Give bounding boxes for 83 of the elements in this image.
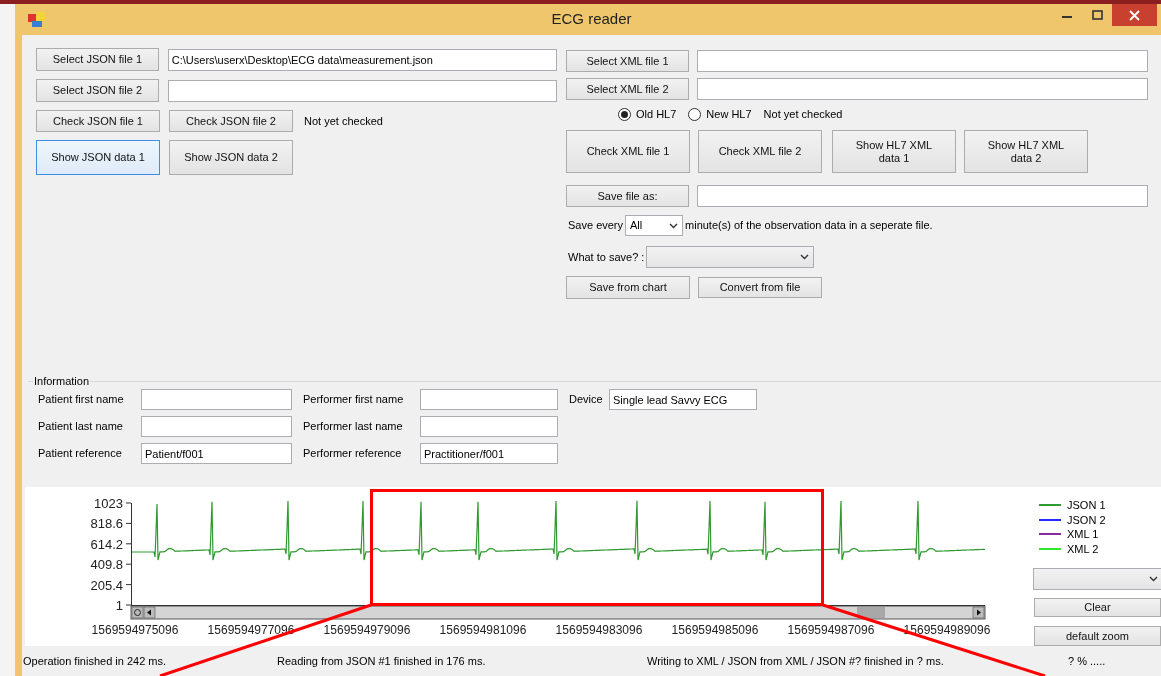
axis-label: 1569594989096	[903, 623, 991, 637]
axis-label: 1	[115, 598, 123, 613]
button[interactable]: Select XML file 1	[566, 50, 689, 72]
text-field[interactable]	[697, 78, 1148, 100]
dropdown[interactable]	[1033, 568, 1161, 590]
status-text: Writing to XML / JSON from XML / JSON #? finished in ? ms.	[647, 653, 944, 669]
close-button[interactable]	[1112, 4, 1157, 26]
text-field[interactable]	[420, 389, 558, 410]
arrow-right-icon	[972, 606, 985, 619]
arrow-left-icon	[143, 606, 156, 619]
status-text: Operation finished in 242 ms.	[23, 653, 167, 669]
chevron-down-icon	[669, 222, 679, 229]
axis-label: 1569594981096	[439, 623, 527, 637]
field-label: What to save? :	[568, 249, 645, 265]
maximize-icon	[1091, 10, 1103, 20]
button[interactable]: Show HL7 XML data 2	[964, 130, 1088, 173]
text-field[interactable]	[697, 185, 1148, 207]
button[interactable]: Show JSON data 2	[169, 140, 293, 175]
text-field[interactable]	[420, 416, 558, 437]
text-field[interactable]: C:\Users\userx\Desktop\ECG data\measurement.json	[167, 48, 557, 71]
field-label: Device	[569, 392, 604, 408]
legend-label: JSON 2	[1067, 512, 1106, 527]
chevron-down-icon	[800, 254, 810, 260]
axis-label: 1569594987096	[787, 623, 875, 637]
button[interactable]: Check JSON file 1	[36, 110, 160, 132]
button[interactable]: Check XML file 2	[698, 130, 822, 173]
group-title: Information	[33, 375, 91, 387]
status-text: Reading from JSON #1 finished in 176 ms.	[277, 653, 486, 669]
axis-label: 1569594983096	[555, 623, 643, 637]
button[interactable]: default zoom	[1034, 626, 1161, 646]
scrollbar-thumb	[857, 607, 885, 618]
field-label: Performer first name	[303, 392, 405, 408]
button[interactable]: Show HL7 XML data 1	[832, 130, 956, 173]
text-field[interactable]	[697, 50, 1148, 72]
axis-label: 1569594979096	[323, 623, 411, 637]
dropdown[interactable]	[646, 246, 815, 268]
text-field[interactable]	[167, 79, 557, 102]
button[interactable]: Save file as:	[566, 185, 689, 207]
text-field[interactable]: Patient/f001	[141, 443, 292, 464]
legend-label: XML 1	[1067, 527, 1099, 542]
status-text: Not yet checked	[763, 106, 843, 122]
radio-label: Old HL7	[636, 106, 677, 122]
field-label: Performer last name	[303, 419, 404, 435]
legend-label: JSON 1	[1067, 498, 1106, 513]
axis-label: 1569594977096	[207, 623, 295, 637]
text-field[interactable]: Practitioner/f001	[420, 443, 558, 464]
field-label: Patient last name	[38, 419, 124, 435]
app-icon	[28, 11, 46, 28]
radio-button[interactable]	[688, 107, 702, 121]
button[interactable]: Check XML file 1	[566, 130, 690, 173]
legend-label: XML 2	[1067, 541, 1099, 556]
status-text: ? % .....	[1068, 653, 1106, 669]
button[interactable]: Clear	[1034, 597, 1161, 618]
button[interactable]: Select JSON file 2	[36, 79, 159, 102]
window-title: ECG reader	[551, 10, 632, 28]
button[interactable]: Select JSON file 1	[36, 48, 159, 71]
field-label: Save every	[568, 218, 624, 234]
text-field[interactable]: Single lead Savvy ECG	[609, 389, 757, 410]
status-text: Not yet checked	[304, 113, 383, 129]
field-label: Patient reference	[38, 446, 123, 462]
axis-label: 818.6	[90, 516, 123, 532]
chevron-down-icon	[1149, 575, 1158, 582]
axis-label: 1569594985096	[671, 623, 759, 637]
button[interactable]: Select XML file 2	[566, 78, 689, 100]
zoom-reset-icon	[131, 606, 144, 619]
button[interactable]: Convert from file	[698, 277, 822, 298]
close-icon	[1129, 9, 1140, 21]
axis-label: 1569594975096	[91, 623, 179, 637]
axis-label: 409.8	[90, 557, 123, 573]
button[interactable]: Show JSON data 1	[36, 140, 160, 175]
axis-label: 1023	[94, 496, 123, 511]
button[interactable]: Check JSON file 2	[169, 110, 293, 132]
radio-label: New HL7	[706, 106, 752, 122]
button[interactable]: Save from chart	[566, 276, 690, 299]
text-field[interactable]	[141, 416, 292, 437]
axis-label: 205.4	[90, 577, 123, 593]
radio-button[interactable]	[618, 107, 631, 121]
field-label: minute(s) of the observation data in a seperate file.	[685, 218, 933, 234]
field-label: Patient first name	[38, 392, 125, 408]
text-field[interactable]	[141, 389, 292, 410]
dropdown[interactable]: All	[625, 215, 684, 236]
field-label: Performer reference	[303, 446, 403, 462]
axis-label: 614.2	[90, 536, 123, 552]
